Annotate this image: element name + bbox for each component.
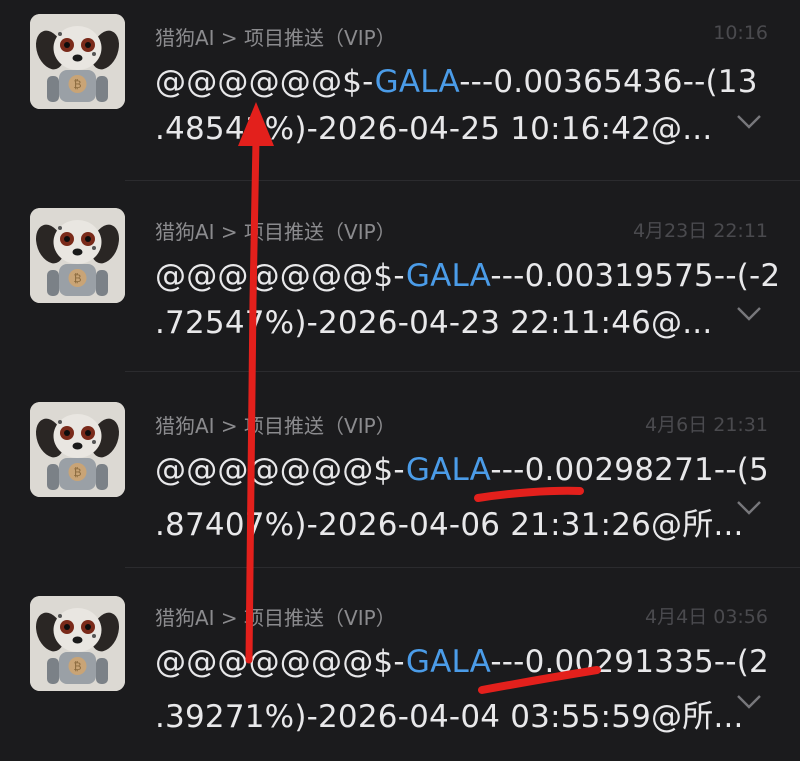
svg-text:₿: ₿ [73,660,81,673]
message-prefix: @@@@@@@$- [155,258,406,294]
sender-channel-label: 猎狗AI > 项目推送（VIP） [155,220,396,244]
message-prefix: @@@@@@$- [155,64,375,100]
divider [125,567,800,568]
message-item[interactable]: ₿ 猎狗AI > 项目推送（VIP） 4月6日 21:31 @@@@@@@$-G… [0,388,800,566]
message-text-line-2: .48541%)-2026-04-25 10:16:42@... [155,111,713,147]
coin-symbol-link[interactable]: GALA [406,644,491,680]
message-price-text: ---0.00291335--(2 [490,644,769,680]
message-prefix: @@@@@@@$- [155,644,406,680]
divider [125,180,800,181]
chevron-down-icon[interactable] [736,306,762,322]
message-item[interactable]: ₿ 猎狗AI > 项目推送（VIP） 10:16 @@@@@@$-GALA---… [0,0,800,180]
message-item[interactable]: ₿ 猎狗AI > 项目推送（VIP） 4月23日 22:11 @@@@@@@$-… [0,194,800,370]
svg-text:₿: ₿ [73,272,81,285]
message-time: 10:16 [713,22,768,44]
message-text-line-1: @@@@@@@$-GALA---0.00291335--(2 [155,644,769,680]
coin-symbol-link[interactable]: GALA [375,64,460,100]
robot-dog-avatar-icon[interactable]: ₿ [30,14,125,109]
message-list-screen: ₿ 猎狗AI > 项目推送（VIP） 10:16 @@@@@@$-GALA---… [0,0,800,761]
message-prefix: @@@@@@@$- [155,452,406,488]
chevron-down-icon[interactable] [736,114,762,130]
message-time: 4月6日 21:31 [645,414,768,436]
message-text-line-2: .72547%)-2026-04-23 22:11:46@... [155,305,713,341]
robot-dog-avatar-icon[interactable]: ₿ [30,596,125,691]
robot-dog-avatar-icon[interactable]: ₿ [30,402,125,497]
sender-channel-label: 猎狗AI > 项目推送（VIP） [155,26,396,50]
coin-symbol-link[interactable]: GALA [406,258,491,294]
message-text-line-1: @@@@@@@$-GALA---0.00298271--(5 [155,452,769,488]
message-time: 4月23日 22:11 [632,220,768,242]
message-price-text: ---0.00319575--(-2 [490,258,781,294]
sender-channel-label: 猎狗AI > 项目推送（VIP） [155,606,396,630]
message-text-line-1: @@@@@@$-GALA---0.00365436--(13 [155,64,758,100]
message-price-text: ---0.00298271--(5 [490,452,769,488]
svg-text:₿: ₿ [73,466,81,479]
coin-symbol-link[interactable]: GALA [406,452,491,488]
chevron-down-icon[interactable] [736,694,762,710]
message-text-line-1: @@@@@@@$-GALA---0.00319575--(-2 [155,258,780,294]
chevron-down-icon[interactable] [736,500,762,516]
svg-text:₿: ₿ [73,78,81,91]
message-time: 4月4日 03:56 [645,606,768,628]
divider [125,371,800,372]
message-price-text: ---0.00365436--(13 [459,64,758,100]
message-text-line-2: .39271%)-2026-04-04 03:55:59@所... [155,699,744,735]
sender-channel-label: 猎狗AI > 项目推送（VIP） [155,414,396,438]
message-text-line-2: .87407%)-2026-04-06 21:31:26@所... [155,507,744,543]
robot-dog-avatar-icon[interactable]: ₿ [30,208,125,303]
message-item[interactable]: ₿ 猎狗AI > 项目推送（VIP） 4月4日 03:56 @@@@@@@$-G… [0,582,800,761]
